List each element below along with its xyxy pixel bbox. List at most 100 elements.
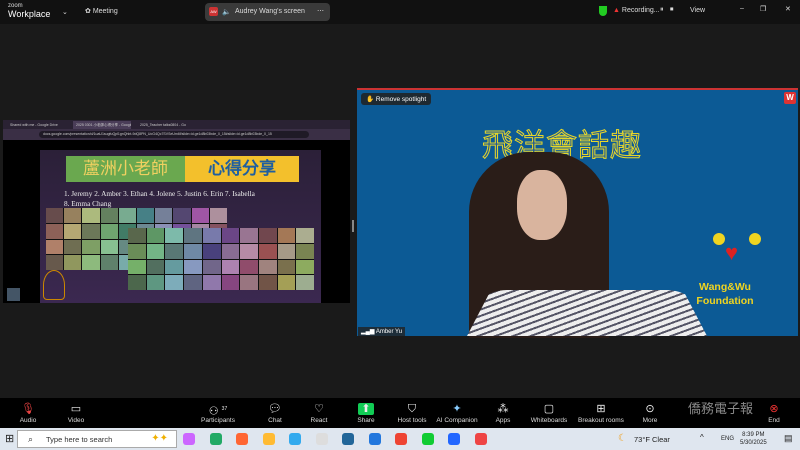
zoom-icon[interactable] <box>448 433 460 445</box>
address-bar[interactable]: docs.google.com/presentation/d/1uaU1sugf… <box>39 131 309 138</box>
resize-handle[interactable] <box>352 220 354 232</box>
participants-count: 37 <box>221 406 228 412</box>
participant-photo <box>184 275 202 290</box>
restore-button[interactable]: ❐ <box>760 5 766 13</box>
participant-photo <box>258 243 277 259</box>
participant-photo <box>221 275 240 290</box>
speaker-icon: 🔈 <box>222 9 231 16</box>
search-placeholder: Type here to search <box>46 435 113 444</box>
participant-name: Amber Yu <box>375 329 403 335</box>
participant-photo <box>202 228 221 243</box>
participant-photo <box>277 259 296 275</box>
participant-photo <box>100 223 118 239</box>
chrome-icon[interactable] <box>395 433 407 445</box>
participant-photo <box>146 259 165 275</box>
heart-icon: ♥ <box>725 240 739 265</box>
participants-label: Participants <box>201 417 235 424</box>
zoom-logo: Workplace <box>8 9 51 19</box>
participant-photo <box>258 259 277 275</box>
ie-icon[interactable] <box>289 433 301 445</box>
meeting-toolbar: 🎙︎ Audio ▭ Video ⚇ 37 Participants 💬︎ Chat ♡… <box>0 398 800 428</box>
line-icon[interactable] <box>421 433 434 445</box>
participant-photo <box>165 275 184 290</box>
participant-face <box>517 170 567 240</box>
participant-photo <box>64 255 82 270</box>
more-button[interactable]: ⊙ More <box>622 401 678 424</box>
participant-photo <box>100 255 118 270</box>
edge-icon[interactable] <box>368 433 381 445</box>
language-indicator[interactable]: ENG <box>721 436 734 442</box>
top-bar: zoom Workplace ⌄ ✿ Meeting AW 🔈 Audrey W… <box>0 0 800 24</box>
participant-photo <box>46 208 64 223</box>
participant-photo <box>240 275 258 290</box>
ai-companion-label: AI Companion <box>436 417 478 424</box>
participant-photo <box>46 255 64 270</box>
audio-label: Audio <box>19 417 37 424</box>
react-label: React <box>310 417 328 424</box>
meeting-label: Meeting <box>92 8 118 15</box>
video-button[interactable]: ▭ Video <box>48 401 104 424</box>
stop-recording-button[interactable]: ⏹ <box>670 6 674 14</box>
participant-photo <box>82 208 100 223</box>
time: 8:39 PM <box>742 432 765 438</box>
participants-button[interactable]: ⚇ 37 Participants <box>190 401 246 424</box>
store-icon[interactable] <box>342 433 354 445</box>
participant-photo <box>184 228 202 243</box>
self-view-thumbnail[interactable] <box>7 288 20 301</box>
participant-photo <box>165 259 184 275</box>
participant-photo <box>202 275 221 290</box>
close-button[interactable]: ✕ <box>785 5 791 13</box>
participant-photo <box>64 208 82 223</box>
notification-icon[interactable]: ▤ <box>784 433 793 444</box>
clock[interactable]: 8:39 PM 5/30/2025 <box>740 431 767 447</box>
shield-check-icon[interactable] <box>599 6 607 16</box>
participant-photo <box>137 208 155 223</box>
breakout-rooms-button[interactable]: ⊞ Breakout rooms <box>573 401 629 424</box>
participant-photo <box>296 259 314 275</box>
spotlight-video: ✋ Remove spotlight W 飛洋會話趣 ♥ Wang&Wu Foun… <box>357 88 798 338</box>
participant-photo <box>146 275 165 290</box>
participant-photo <box>296 275 314 290</box>
foundation-line-2: Foundation <box>696 295 754 307</box>
browser-tab[interactable]: Shared with me - Google Drive <box>7 121 67 129</box>
participant-photo <box>240 259 258 275</box>
file-explorer-icon[interactable] <box>262 433 275 445</box>
minimize-button[interactable]: – <box>740 5 744 12</box>
browser-tab[interactable]: 2025_Teacher talks0804 - Go <box>137 121 192 129</box>
participant-photo <box>128 243 146 259</box>
firefox-icon[interactable] <box>236 433 248 445</box>
recording-status[interactable]: ▲ Recording... <box>613 7 660 14</box>
end-button[interactable]: ⊗ End <box>746 401 800 424</box>
slide-names: 1. Jeremy 2. Amber 3. Ethan 4. Jolene 5.… <box>64 189 314 209</box>
meeting-info-button[interactable]: ✿ Meeting <box>85 7 118 15</box>
browser-tab-active[interactable]: 2025 0301 小老師心得分享 - Google <box>73 121 131 129</box>
weather[interactable]: 73°F Clear <box>634 435 670 444</box>
participant-photo <box>128 275 146 290</box>
participant-photo <box>184 243 202 259</box>
share-label: Audrey Wang's screen <box>235 8 305 15</box>
screen-share-indicator[interactable]: AW 🔈 Audrey Wang's screen ⋯ <box>205 3 330 21</box>
taskbar-search-input[interactable]: ⌕ Type here to search ✦✦ <box>17 430 177 448</box>
windows-start-icon[interactable]: ⊞ <box>5 432 14 445</box>
remove-spotlight-button[interactable]: ✋ Remove spotlight <box>361 93 432 105</box>
remove-spotlight-label: Remove spotlight <box>375 96 427 103</box>
chevron-down-icon[interactable]: ⌄ <box>62 8 68 16</box>
participant-shirt <box>467 290 707 336</box>
chrome-profile-icon[interactable] <box>474 433 487 445</box>
participant-photo <box>296 228 314 243</box>
app-icon[interactable] <box>209 433 222 445</box>
participant-photo <box>46 239 64 255</box>
participant-photo <box>46 223 64 239</box>
participant-photo <box>202 259 221 275</box>
whiteboards-label: Whiteboards <box>530 417 568 424</box>
dropbox-icon[interactable] <box>315 433 328 445</box>
pause-recording-button[interactable]: ⏸ <box>660 6 664 14</box>
whiteboards-button[interactable]: ▢ Whiteboards <box>521 401 577 424</box>
participant-photo <box>118 208 136 223</box>
tray-chevron-icon[interactable]: ^ <box>700 433 704 442</box>
shared-screen: Shared with me - Google Drive 2025 0301 … <box>3 120 350 303</box>
end-label: End <box>768 417 780 424</box>
more-options-icon[interactable]: ⋯ <box>317 7 324 15</box>
view-button[interactable]: View <box>690 7 705 14</box>
copilot-icon[interactable] <box>183 433 195 445</box>
